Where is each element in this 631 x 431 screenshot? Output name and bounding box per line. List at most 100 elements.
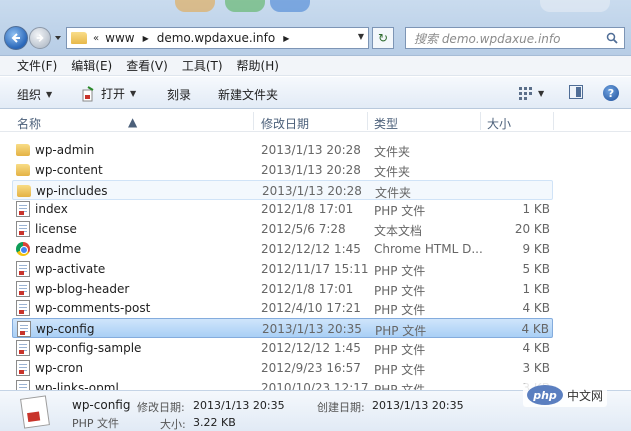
- refresh-button[interactable]: ↻: [372, 27, 394, 49]
- file-modified: 2013/1/13 20:28: [261, 162, 361, 177]
- file-type: Chrome HTML D...: [374, 242, 483, 256]
- file-row[interactable]: wp-content 2013/1/13 20:28 文件夹: [12, 160, 553, 180]
- preview-pane-icon[interactable]: [569, 85, 583, 99]
- menu-file[interactable]: 文件(F): [17, 57, 57, 74]
- organize-button[interactable]: 组织 ▼: [17, 86, 52, 103]
- file-size: 4 KB: [522, 301, 550, 316]
- file-row[interactable]: wp-blog-header 2012/1/8 17:01 PHP 文件 1 KB: [12, 279, 553, 299]
- file-row[interactable]: wp-cron 2012/9/23 16:57 PHP 文件 3 KB: [12, 358, 553, 378]
- folder-icon: [71, 32, 87, 44]
- details-filename: wp-config: [72, 398, 131, 412]
- file-size: 4 KB: [521, 322, 549, 337]
- refresh-icon: ↻: [377, 31, 389, 45]
- php-file-icon: [20, 395, 50, 429]
- file-type: 文本文档: [374, 224, 423, 239]
- file-row[interactable]: wp-config-sample 2012/12/12 1:45 PHP 文件 4 K…: [12, 338, 553, 358]
- file-name: wp-config: [36, 322, 95, 337]
- view-list-icon: [519, 87, 532, 100]
- change-view-button[interactable]: ▼: [519, 86, 544, 100]
- column-size[interactable]: 大小: [487, 115, 511, 132]
- file-modified: 2012/4/10 17:21: [261, 301, 361, 316]
- file-name: wp-includes: [36, 183, 108, 198]
- php-file-icon: [16, 379, 30, 390]
- background-window-hint: [175, 0, 215, 12]
- file-size: 20 KB: [514, 222, 550, 237]
- history-dropdown-icon[interactable]: [53, 32, 63, 44]
- search-input[interactable]: 搜索 demo.wpdaxue.info: [405, 27, 625, 49]
- file-row[interactable]: wp-activate 2012/11/17 15:11 PHP 文件 5 KB: [12, 259, 553, 279]
- address-dropdown-icon[interactable]: ▼: [358, 32, 364, 41]
- file-row[interactable]: wp-includes 2013/1/13 20:28 文件夹: [12, 179, 553, 200]
- help-icon[interactable]: ?: [603, 85, 619, 101]
- file-name: license: [35, 222, 77, 237]
- file-type: 文件夹: [375, 185, 412, 200]
- column-name[interactable]: 名称: [17, 115, 41, 132]
- file-row[interactable]: wp-config 2013/1/13 20:35 PHP 文件 4 KB: [12, 318, 553, 339]
- chevron-down-icon: ▼: [46, 90, 53, 99]
- file-size: 9 KB: [522, 242, 550, 256]
- folder-icon: [16, 163, 30, 176]
- new-folder-button[interactable]: 新建文件夹: [218, 86, 278, 103]
- file-row[interactable]: index 2012/1/8 17:01 PHP 文件 1 KB: [12, 199, 553, 219]
- file-type: 文件夹: [374, 164, 411, 179]
- breadcrumb-separator-icon[interactable]: ▶: [143, 34, 149, 43]
- file-row[interactable]: license 2012/5/6 7:28 文本文档 20 KB: [12, 219, 553, 239]
- new-folder-label: 新建文件夹: [218, 88, 279, 102]
- command-bar: 组织 ▼ 打开 ▼ 刻录 新建文件夹 ▼ ?: [0, 77, 631, 109]
- file-type: PHP 文件: [375, 324, 427, 339]
- column-divider[interactable]: [480, 112, 481, 130]
- column-divider[interactable]: [253, 112, 254, 130]
- search-icon[interactable]: [606, 32, 618, 44]
- menu-tools[interactable]: 工具(T): [182, 57, 223, 74]
- breadcrumb-separator-icon[interactable]: ▶: [283, 34, 289, 43]
- file-name: wp-content: [35, 162, 103, 177]
- menu-bar: 文件(F) 编辑(E) 查看(V) 工具(T) 帮助(H): [0, 56, 631, 76]
- menu-edit[interactable]: 编辑(E): [71, 57, 112, 74]
- column-modified[interactable]: 修改日期: [261, 115, 309, 132]
- file-modified: 2012/11/17 15:11: [261, 261, 369, 276]
- php-file-icon: [16, 201, 30, 218]
- file-name: wp-links-opml: [35, 380, 119, 390]
- menu-view[interactable]: 查看(V): [126, 57, 168, 74]
- file-row[interactable]: readme 2012/12/12 1:45 Chrome HTML D... 9 K…: [12, 239, 553, 259]
- file-row[interactable]: wp-comments-post 2012/4/10 17:21 PHP 文件 4 K…: [12, 298, 553, 318]
- breadcrumb-site[interactable]: demo.wpdaxue.info: [157, 31, 275, 45]
- details-modified-value: 2013/1/13 20:35: [193, 399, 285, 412]
- details-modified-label: 修改日期:: [137, 401, 185, 414]
- php-file-icon: [17, 321, 31, 338]
- file-modified: 2013/1/13 20:28: [262, 183, 362, 198]
- php-file-icon: [16, 340, 30, 356]
- file-name: wp-admin: [35, 143, 95, 157]
- details-size-label: 大小:: [160, 418, 186, 431]
- address-bar[interactable]: « www ▶ demo.wpdaxue.info ▶ ▼: [66, 27, 369, 49]
- back-button[interactable]: [4, 26, 28, 50]
- file-modified: 2012/1/8 17:01: [261, 202, 354, 217]
- watermark: php 中文网: [523, 383, 608, 407]
- organize-label: 组织: [17, 88, 42, 102]
- file-name: wp-comments-post: [35, 301, 151, 316]
- file-type: PHP 文件: [374, 283, 426, 298]
- chrome-icon: [16, 242, 30, 256]
- breadcrumb-overflow[interactable]: «: [93, 33, 99, 44]
- file-size: 3 KB: [522, 360, 550, 375]
- breadcrumb-www[interactable]: www: [105, 31, 134, 45]
- burn-button[interactable]: 刻录: [167, 86, 191, 103]
- file-row[interactable]: wp-admin 2013/1/13 20:28 文件夹: [12, 140, 553, 160]
- column-divider[interactable]: [367, 112, 368, 130]
- column-header: ▲ 名称 修改日期 类型 大小: [0, 110, 631, 132]
- background-window-hint: [225, 0, 265, 12]
- chevron-down-icon: ▼: [538, 88, 545, 98]
- forward-button[interactable]: [29, 27, 51, 49]
- menu-help[interactable]: 帮助(H): [237, 57, 279, 74]
- file-row[interactable]: wp-links-opml2010/10/23 12:17PHP 文件3 KB: [12, 378, 553, 390]
- file-type: PHP 文件: [374, 382, 426, 390]
- folder-icon: [17, 184, 31, 197]
- file-modified: 2012/12/12 1:45: [261, 242, 361, 256]
- php-file-icon: [16, 280, 30, 297]
- search-placeholder: 搜索 demo.wpdaxue.info: [414, 31, 561, 46]
- open-button[interactable]: 打开 ▼: [80, 85, 136, 102]
- file-size: 5 KB: [522, 261, 550, 276]
- file-name: index: [35, 202, 68, 217]
- column-type[interactable]: 类型: [374, 115, 398, 132]
- column-divider[interactable]: [553, 112, 554, 130]
